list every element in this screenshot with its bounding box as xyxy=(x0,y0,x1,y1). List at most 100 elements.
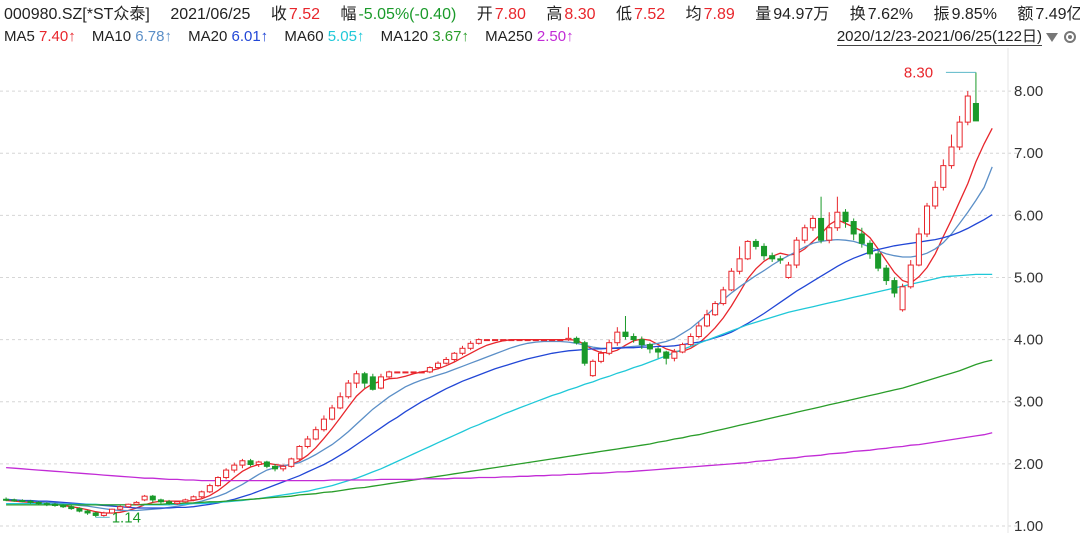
candle-body xyxy=(263,461,270,467)
candlestick-chart[interactable]: 1.00 2.00 3.00 4.00 5.00 6.00 7.00 8.00 8.30 1.14 xyxy=(0,48,1080,533)
candle-body xyxy=(19,500,26,503)
y-tick-label: 4.00 xyxy=(1014,332,1043,349)
amplitude-label: 振 xyxy=(933,6,950,23)
candle-body xyxy=(320,418,327,431)
candle-body xyxy=(809,217,816,229)
candle-body xyxy=(410,371,417,374)
candle-body xyxy=(695,325,702,337)
candle-body xyxy=(638,339,645,346)
date-range-selector[interactable]: 2020/12/23-2021/06/25(122日) xyxy=(836,26,1076,48)
candle-body xyxy=(133,501,140,505)
candle-body xyxy=(573,337,580,344)
candle-body xyxy=(345,382,352,398)
candle-body xyxy=(312,429,319,440)
candle-body xyxy=(842,211,849,223)
candle-body xyxy=(92,512,99,516)
candle-body xyxy=(818,217,825,241)
turnover-label: 换 xyxy=(849,6,866,23)
y-tick-label: 8.00 xyxy=(1014,83,1043,100)
ma-line-ma60 xyxy=(6,273,993,506)
candle-body xyxy=(68,506,75,510)
candle-body xyxy=(394,371,401,374)
ma250-name: MA250 xyxy=(485,28,533,45)
ma-legend-ma10[interactable]: MA10 6.78↑ xyxy=(92,28,172,45)
candle-body xyxy=(760,245,768,257)
candle-body xyxy=(793,239,800,266)
ma-legend-ma20[interactable]: MA20 6.01↑ xyxy=(188,28,268,45)
candle-body xyxy=(60,504,67,508)
y-tick-label: 3.00 xyxy=(1014,394,1043,411)
gear-icon[interactable] xyxy=(1064,31,1076,44)
candle-body xyxy=(27,500,34,503)
amplitude-value: 9.85% xyxy=(951,6,997,23)
candle-body xyxy=(166,501,173,505)
candle-body xyxy=(149,495,156,501)
candle-body xyxy=(712,303,719,316)
candle-body xyxy=(769,255,776,260)
amount-label: 额 xyxy=(1017,6,1034,23)
candle-body xyxy=(516,339,523,342)
ma-legend-ma5[interactable]: MA5 7.40↑ xyxy=(4,28,76,45)
candle-body xyxy=(35,501,42,505)
ma120-value: 3.67↑ xyxy=(432,28,469,45)
candle-body xyxy=(663,351,670,359)
high-value: 8.30 xyxy=(564,6,596,23)
candle-body xyxy=(964,95,971,123)
candle-body xyxy=(296,445,303,460)
y-tick-label: 7.00 xyxy=(1014,145,1043,162)
ma60-name: MA60 xyxy=(284,28,324,45)
close-label: 收 xyxy=(270,6,287,23)
candle-body xyxy=(801,227,808,241)
candle-body xyxy=(736,258,743,272)
ma-line-ma5 xyxy=(6,128,993,514)
candle-body xyxy=(826,227,833,241)
candle-body xyxy=(84,510,91,514)
candle-body xyxy=(834,211,841,229)
volume-label: 量 xyxy=(755,6,772,23)
candle-body xyxy=(785,264,792,278)
ma5-value: 7.40↑ xyxy=(39,28,76,45)
ma10-name: MA10 xyxy=(91,28,132,45)
ma-legend-ma250[interactable]: MA250 2.50↑ xyxy=(485,28,573,45)
candle-body xyxy=(752,240,759,247)
candle-body xyxy=(720,289,727,305)
candle-body xyxy=(157,499,164,503)
candle-body xyxy=(858,233,865,244)
volume-value: 94.97万 xyxy=(773,6,830,23)
candle-body xyxy=(606,342,613,354)
y-tick-label: 5.00 xyxy=(1014,269,1043,286)
candle-body xyxy=(557,339,564,342)
candle-body xyxy=(565,337,572,341)
candle-body xyxy=(369,376,376,390)
ma-legend-ma120[interactable]: MA120 3.67↑ xyxy=(381,28,469,45)
candle-body xyxy=(51,503,59,506)
candle-body xyxy=(614,331,621,344)
candle-body xyxy=(174,501,181,505)
candle-body xyxy=(280,465,287,470)
candle-body xyxy=(655,348,662,353)
candle-body xyxy=(418,371,425,374)
open-value: 7.80 xyxy=(494,6,526,23)
candle-body xyxy=(3,498,10,501)
candle-body xyxy=(475,339,482,344)
candle-body xyxy=(11,499,18,502)
candle-body xyxy=(630,335,637,341)
candle-body xyxy=(850,221,857,235)
candle-body xyxy=(915,233,922,266)
avg-label: 均 xyxy=(685,6,702,23)
date-range-text[interactable]: 2020/12/23-2021/06/25(122日) xyxy=(836,28,1042,46)
stock-code[interactable]: 000980.SZ[*ST众泰] xyxy=(4,6,150,23)
candle-body xyxy=(622,331,629,337)
ma20-name: MA20 xyxy=(188,28,228,45)
candle-body xyxy=(386,371,393,378)
candle-body xyxy=(223,469,230,479)
close-value: 7.52 xyxy=(288,6,320,23)
candle-body xyxy=(206,485,213,493)
caret-down-icon[interactable] xyxy=(1046,32,1058,42)
ma10-value: 6.78↑ xyxy=(135,28,172,45)
candle-body xyxy=(907,264,914,288)
candle-body xyxy=(777,258,784,261)
candle-body xyxy=(451,352,458,360)
ma-legend-ma60[interactable]: MA60 5.05↑ xyxy=(284,28,364,45)
avg-value: 7.89 xyxy=(703,6,735,23)
